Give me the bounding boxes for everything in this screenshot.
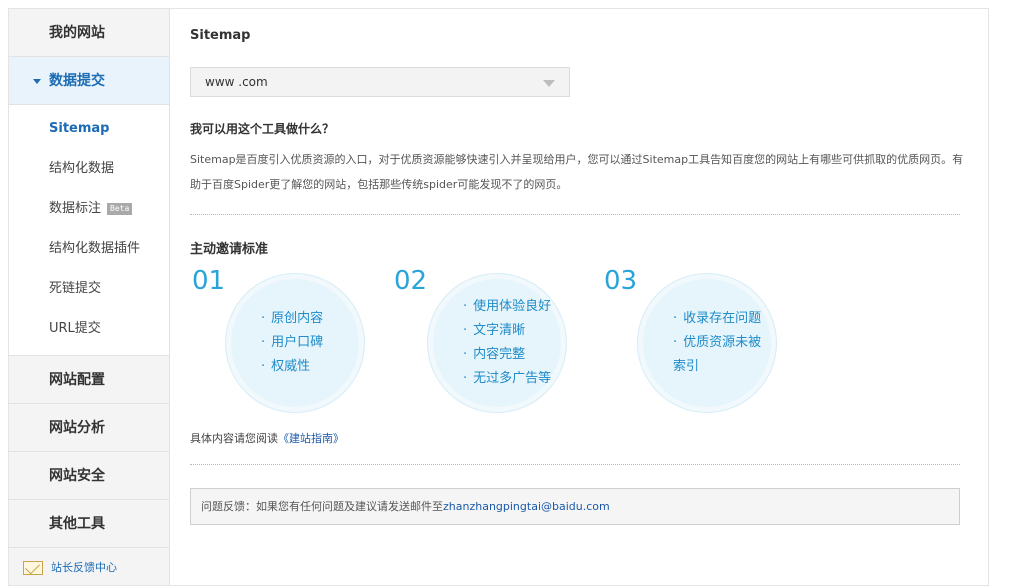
step-card: 03 收录存在问题 优质资源未被索引 bbox=[602, 266, 792, 416]
question-heading: 我可以用这个工具做什么？ bbox=[190, 122, 335, 136]
data-submit-submenu: Sitemap 结构化数据 数据标注 Beta 结构化数据插件 死链提交 URL提… bbox=[9, 105, 169, 356]
dropdown-arrow-icon bbox=[543, 80, 555, 87]
nav-my-sites-label: 我的网站 bbox=[49, 25, 105, 41]
criteria-item: 无过多广告等 bbox=[463, 367, 551, 391]
nav-other-tools-label: 其他工具 bbox=[49, 516, 105, 532]
sidebar-item-label: 结构化数据插件 bbox=[49, 241, 141, 256]
step-card: 02 使用体验良好 文字清晰 内容完整 无过多广告等 bbox=[392, 266, 582, 416]
sidebar-item-sitemap[interactable]: Sitemap bbox=[9, 109, 169, 149]
step-number: 03 bbox=[604, 266, 638, 296]
criteria-item: 文字清晰 bbox=[463, 319, 525, 343]
step-circle: 使用体验良好 文字清晰 内容完整 无过多广告等 bbox=[428, 274, 566, 412]
guide-link[interactable]: 《建站指南》 bbox=[278, 432, 344, 445]
divider bbox=[190, 464, 960, 465]
caret-down-icon bbox=[33, 78, 41, 84]
beta-badge: Beta bbox=[107, 202, 133, 215]
nav-site-config-label: 网站配置 bbox=[49, 372, 105, 388]
guide-line: 具体内容请您阅读《建站指南》 bbox=[190, 430, 344, 446]
feedback-text: 问题反馈：如果您有任何问题及建议请发送邮件至 bbox=[201, 500, 443, 513]
step-circle: 原创内容 用户口碑 权威性 bbox=[226, 274, 364, 412]
sidebar-item-label: 结构化数据 bbox=[49, 161, 115, 176]
feedback-center-label: 站长反馈中心 bbox=[51, 561, 117, 574]
sidebar-item-dead-link[interactable]: 死链提交 bbox=[9, 269, 169, 309]
nav-data-submit[interactable]: 数据提交 bbox=[9, 57, 169, 105]
guide-text: 具体内容请您阅读 bbox=[190, 432, 278, 445]
sidebar: 我的网站 数据提交 Sitemap 结构化数据 数据标注 Beta 结构化数据插件… bbox=[9, 9, 170, 585]
criteria-item: 收录存在问题 bbox=[673, 307, 761, 331]
sidebar-item-url-submit[interactable]: URL提交 bbox=[9, 309, 169, 349]
step-number: 02 bbox=[394, 266, 428, 296]
nav-data-submit-label: 数据提交 bbox=[49, 73, 105, 89]
sidebar-item-data-annotation[interactable]: 数据标注 Beta bbox=[9, 189, 169, 229]
sidebar-item-structured-plugin[interactable]: 结构化数据插件 bbox=[9, 229, 169, 269]
divider bbox=[190, 214, 960, 215]
nav-my-sites[interactable]: 我的网站 bbox=[9, 9, 169, 57]
site-select-value: www .com bbox=[205, 75, 268, 89]
feedback-center-link[interactable]: 站长反馈中心 bbox=[9, 548, 169, 588]
envelope-icon bbox=[23, 561, 43, 575]
section-heading: 主动邀请标准 bbox=[190, 242, 269, 257]
sidebar-item-structured-data[interactable]: 结构化数据 bbox=[9, 149, 169, 189]
criteria-item: 优质资源未被索引 bbox=[673, 331, 771, 379]
feedback-email-link[interactable]: zhanzhangpingtai@baidu.com bbox=[443, 500, 610, 513]
step-circle: 收录存在问题 优质资源未被索引 bbox=[638, 274, 776, 412]
nav-site-security[interactable]: 网站安全 bbox=[9, 452, 169, 500]
step-card: 01 原创内容 用户口碑 权威性 bbox=[190, 266, 380, 416]
nav-site-security-label: 网站安全 bbox=[49, 468, 105, 484]
page-title: Sitemap bbox=[190, 28, 251, 43]
step-number: 01 bbox=[192, 266, 226, 296]
tool-description: Sitemap是百度引入优质资源的入口，对于优质资源能够快速引入并呈现给用户，您… bbox=[190, 153, 964, 191]
nav-other-tools[interactable]: 其他工具 bbox=[9, 500, 169, 548]
nav-site-analysis-label: 网站分析 bbox=[49, 420, 105, 436]
criteria-item: 内容完整 bbox=[463, 343, 525, 367]
sidebar-item-label: URL提交 bbox=[49, 321, 101, 336]
criteria-item: 使用体验良好 bbox=[463, 295, 551, 319]
sidebar-item-label: Sitemap bbox=[49, 121, 110, 136]
criteria-item: 用户口碑 bbox=[261, 331, 323, 355]
criteria-item: 权威性 bbox=[261, 355, 310, 379]
criteria-item: 原创内容 bbox=[261, 307, 323, 331]
site-select[interactable]: www .com bbox=[190, 67, 570, 97]
sidebar-item-label: 死链提交 bbox=[49, 281, 102, 296]
nav-site-analysis[interactable]: 网站分析 bbox=[9, 404, 169, 452]
sidebar-item-label: 数据标注 bbox=[49, 201, 102, 216]
page-frame: 我的网站 数据提交 Sitemap 结构化数据 数据标注 Beta 结构化数据插件… bbox=[8, 8, 989, 586]
feedback-box: 问题反馈：如果您有任何问题及建议请发送邮件至zhanzhangpingtai@b… bbox=[190, 488, 960, 525]
nav-site-config[interactable]: 网站配置 bbox=[9, 356, 169, 404]
